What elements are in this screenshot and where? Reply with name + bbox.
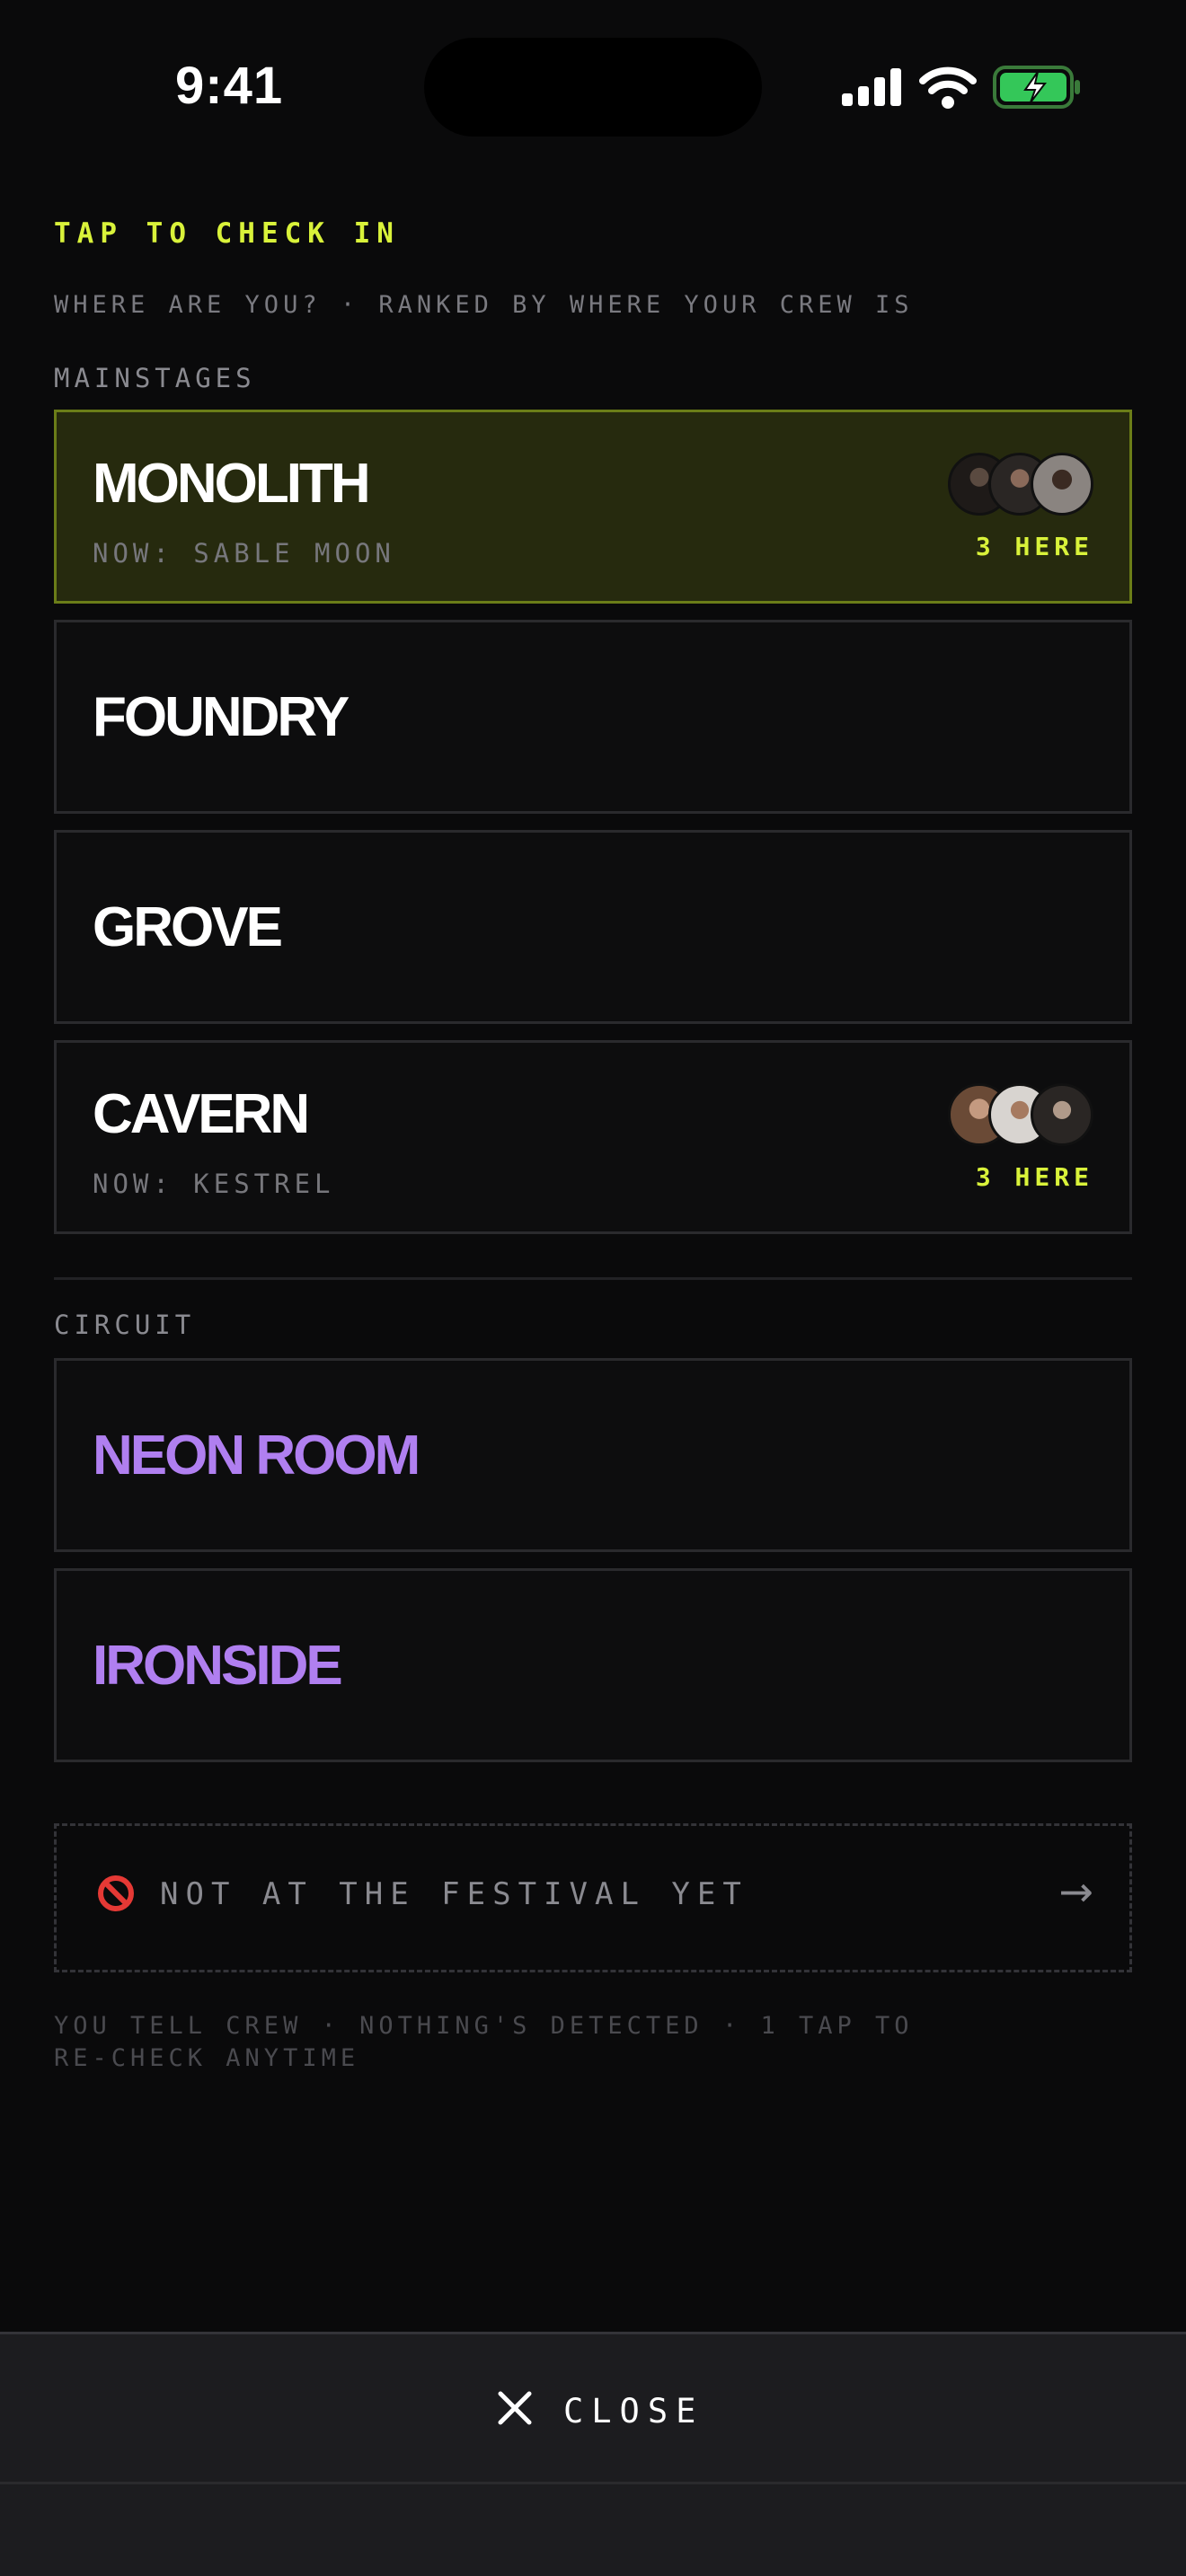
cellular-signal-icon (842, 68, 901, 106)
privacy-note: YOU TELL CREW · NOTHING'S DETECTED · 1 T… (54, 2012, 914, 2072)
check-in-eyebrow: TAP TO CHECK IN (54, 217, 400, 250)
stage-card-neon-room[interactable]: NEON ROOM (54, 1358, 1132, 1552)
stage-name: IRONSIDE (93, 1635, 343, 1697)
stage-name: GROVE (93, 896, 283, 958)
close-label: CLOSE (563, 2392, 704, 2430)
stage-name: NEON ROOM (93, 1425, 420, 1486)
stage-card-ironside[interactable]: IRONSIDE (54, 1568, 1132, 1762)
wifi-icon (919, 66, 977, 109)
close-icon (498, 2391, 532, 2425)
status-bar: 9:41 (0, 0, 1186, 171)
crew-count: 3 HERE (975, 532, 1093, 561)
not-at-festival-button[interactable]: NOT AT THE FESTIVAL YET → (54, 1823, 1132, 1972)
crew-count: 3 HERE (975, 1162, 1093, 1192)
battery-charging-icon (993, 66, 1080, 109)
no-entry-icon (98, 1875, 134, 1911)
stage-name: MONOLITH (93, 453, 371, 515)
stage-card-monolith[interactable]: MONOLITH NOW: SABLE MOON 3 HERE (54, 410, 1132, 604)
avatar (1031, 1083, 1093, 1146)
now-playing: NOW: KESTREL (93, 1169, 335, 1199)
status-time: 9:41 (175, 57, 284, 115)
stage-card-cavern[interactable]: CAVERN NOW: KESTREL 3 HERE (54, 1040, 1132, 1234)
home-indicator-area (0, 2484, 1186, 2576)
crew-avatars (948, 453, 1093, 517)
check-in-subtitle: WHERE ARE YOU? · RANKED BY WHERE YOUR CR… (54, 291, 914, 319)
close-button[interactable]: CLOSE (0, 2332, 1186, 2484)
stage-name: CAVERN (93, 1083, 310, 1145)
stage-card-foundry[interactable]: FOUNDRY (54, 620, 1132, 814)
section-divider (54, 1277, 1132, 1280)
dynamic-island (424, 38, 762, 137)
crew-avatars (948, 1083, 1093, 1148)
arrow-right-icon: → (1058, 1867, 1093, 1916)
section-label-circuit: CIRCUIT (54, 1310, 196, 1340)
now-playing: NOW: SABLE MOON (93, 538, 395, 569)
stage-name: FOUNDRY (93, 686, 350, 748)
stage-card-grove[interactable]: GROVE (54, 830, 1132, 1024)
not-at-festival-label: NOT AT THE FESTIVAL YET (160, 1876, 748, 1912)
avatar (1031, 453, 1093, 516)
section-label-mainstages: MAINSTAGES (54, 363, 256, 393)
